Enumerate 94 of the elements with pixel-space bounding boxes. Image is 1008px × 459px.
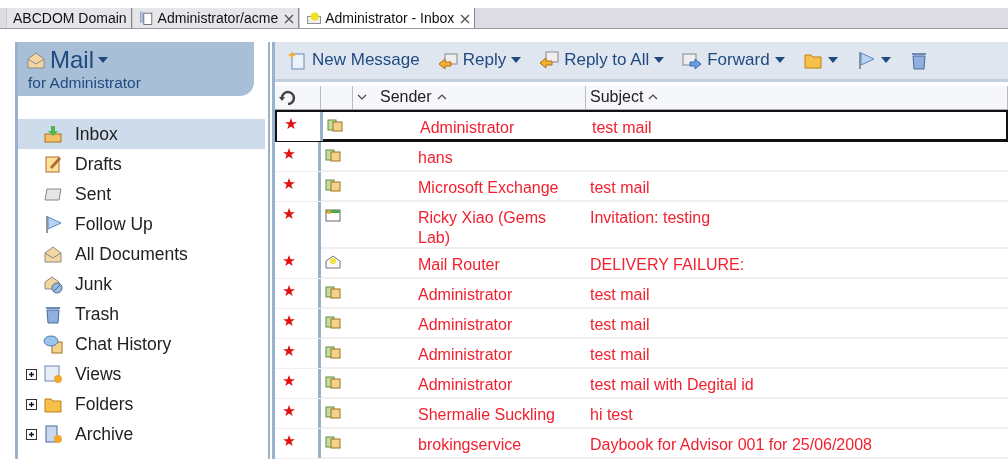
trash-icon [43, 304, 63, 324]
reply-icon [437, 50, 458, 71]
folder-item[interactable]: Sent [18, 179, 265, 209]
tab-label: Administrator/acme [157, 10, 279, 26]
document-stack-icon [325, 345, 341, 359]
sender-cell-text: Shermalie Suckling [417, 405, 556, 425]
document-icon [138, 10, 155, 26]
tab-label: ABCDOM Domain [13, 10, 127, 26]
chevron-down-icon[interactable] [357, 94, 367, 101]
message-row[interactable]: Administrator test mail [275, 110, 1008, 142]
subject-cell-text: test mail with Degital id [589, 375, 755, 395]
document-stack-icon [325, 375, 341, 389]
reply-all-icon [539, 50, 560, 71]
subject-cell-text: DELIVERY FAILURE: [589, 255, 746, 275]
cabinet-icon [43, 424, 63, 444]
toolbar-button[interactable]: Forward [682, 50, 785, 71]
document-stack-icon [325, 315, 341, 329]
sender-cell-text: Microsoft Exchange [417, 177, 560, 198]
expand-icon[interactable] [26, 398, 37, 410]
subject-cell-text: test mail [591, 118, 653, 138]
folder-item[interactable]: Follow Up [18, 209, 265, 239]
subject-cell-text: test mail [589, 315, 651, 335]
message-row[interactable]: Administrator test mail [275, 339, 1008, 369]
open-envelope-icon [43, 244, 63, 264]
sender-cell-text: Mail Router [417, 255, 501, 275]
message-row[interactable]: Administrator test mail [275, 309, 1008, 339]
message-row[interactable]: Administrator test mail [275, 279, 1008, 309]
column-label[interactable]: Subject [590, 88, 644, 107]
document-stack-icon [325, 435, 341, 449]
caret-icon [98, 57, 108, 63]
close-icon[interactable] [284, 13, 295, 24]
toolbar-button[interactable]: New Message [287, 50, 420, 71]
chat-bubble-icon [43, 334, 63, 354]
message-row[interactable]: brokingservice Daybook for Advisor 001 for 25/06/2008 [275, 429, 1008, 459]
envelope-blocked-icon [43, 274, 63, 294]
sender-cell-text: Ricky Xiao (Gems Lab) [417, 207, 548, 248]
tab-label: Administrator - Inbox [325, 10, 455, 26]
tab[interactable]: Administrator/acme [131, 8, 300, 28]
sender-cell-text: Administrator [417, 285, 514, 305]
subject-cell-text: test mail [589, 285, 651, 305]
subject-cell-text: test mail [589, 345, 651, 365]
sort-ascending-icon[interactable] [648, 94, 659, 101]
message-row[interactable]: Ricky Xiao (Gems Lab) Invitation: testing [275, 201, 1008, 249]
toolbar-button[interactable]: Reply to All [539, 50, 665, 71]
notepad-pencil-icon [43, 154, 63, 174]
message-row[interactable]: Administrator test mail with Degital id [275, 369, 1008, 399]
flag-icon [43, 214, 63, 234]
sender-cell-text: brokingservice [417, 435, 523, 455]
folder-item[interactable]: Folders [18, 389, 265, 419]
close-icon[interactable] [460, 13, 471, 24]
sender-cell-text: Administrator [419, 118, 516, 138]
toolbar-button[interactable]: Reply [437, 50, 522, 71]
document-stack-icon [325, 285, 341, 299]
subject-cell-text: Invitation: testing [589, 207, 712, 228]
document-stack-icon [325, 147, 341, 162]
document-stack-icon [327, 118, 343, 132]
column-label[interactable]: Sender [380, 88, 432, 107]
folder-item[interactable]: Drafts [18, 149, 265, 179]
tab[interactable]: Administrator - Inbox [299, 8, 476, 28]
window-icon [43, 364, 63, 384]
forward-icon [682, 50, 703, 71]
refresh-icon[interactable] [279, 89, 297, 106]
tab[interactable]: ABCDOM Domain [6, 8, 132, 28]
mail-subtitle: for Administrator [28, 74, 142, 92]
open-envelope-icon [26, 50, 46, 70]
folder-item[interactable]: Inbox [18, 119, 265, 149]
folder-item[interactable]: Archive [18, 419, 265, 449]
message-row[interactable]: Microsoft Exchange test mail [275, 171, 1008, 202]
calendar-icon [325, 207, 341, 222]
subject-cell-text: test mail [589, 177, 651, 198]
message-row[interactable]: hans [275, 141, 1008, 172]
folder-item[interactable]: Views [18, 359, 265, 389]
sender-cell-text: Administrator [417, 315, 514, 335]
expand-icon[interactable] [26, 368, 37, 380]
message-row[interactable]: Shermalie Suckling hi test [275, 399, 1008, 429]
envelope-icon [306, 10, 323, 26]
folder-item[interactable]: Chat History [18, 329, 265, 359]
sender-cell-text: Administrator [417, 345, 514, 365]
subject-cell-text: hi test [589, 405, 634, 425]
expand-icon[interactable] [26, 428, 37, 440]
folder-item[interactable]: Trash [18, 299, 265, 329]
sort-ascending-icon[interactable] [436, 94, 447, 101]
subject-cell-text: Daybook for Advisor 001 for 25/06/2008 [589, 435, 873, 455]
document-stack-icon [325, 177, 341, 192]
document-stack-icon [325, 405, 341, 419]
inbox-tray-icon [43, 124, 63, 144]
sender-cell-text: Administrator [417, 375, 514, 395]
sender-cell-text: hans [417, 147, 454, 168]
new-document-icon [287, 50, 307, 71]
folder-item[interactable]: All Documents [18, 239, 265, 269]
open-envelope-icon [325, 255, 341, 269]
message-row[interactable]: Mail Router DELIVERY FAILURE: [275, 249, 1008, 279]
mail-title[interactable]: Mail [50, 46, 94, 74]
folder-item[interactable]: Junk [18, 269, 265, 299]
